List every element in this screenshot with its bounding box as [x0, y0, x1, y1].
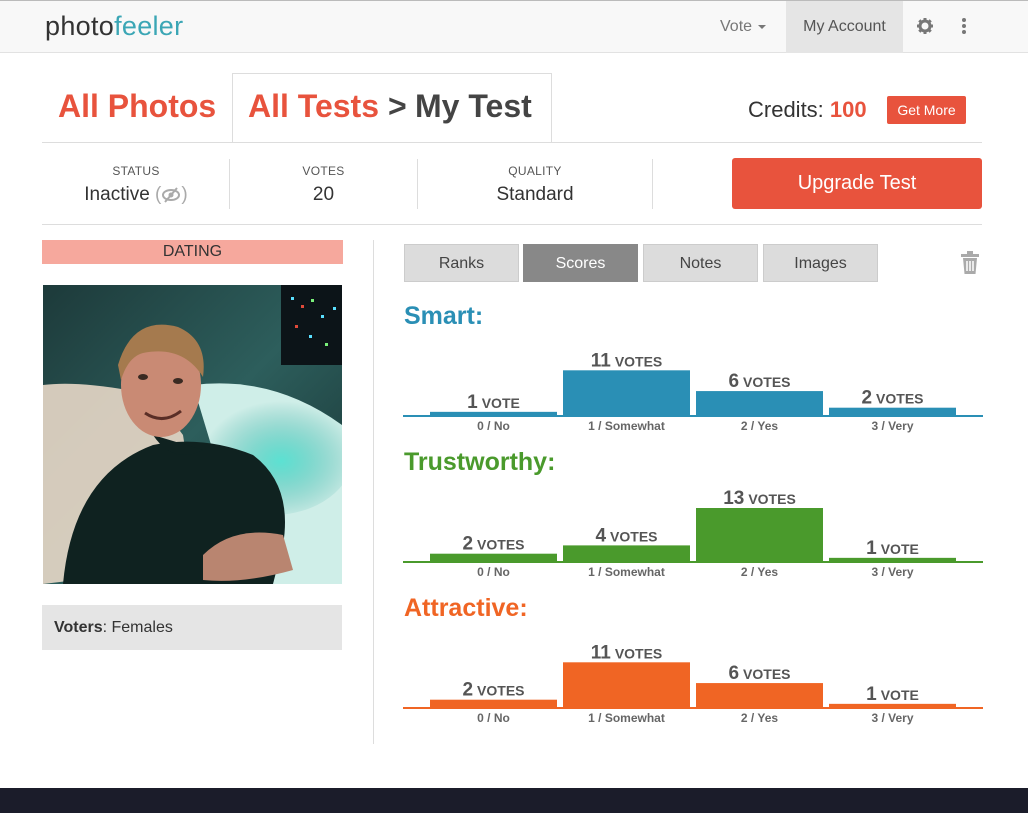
upgrade-test-button[interactable]: Upgrade Test	[732, 158, 982, 209]
category-tick-label: 0 / No	[477, 565, 510, 579]
vote-menu[interactable]: Vote	[720, 1, 767, 53]
tab-ranks[interactable]: Ranks	[404, 244, 519, 282]
bar	[829, 407, 956, 416]
bar-value-label: 4 VOTES	[595, 525, 657, 546]
gear-icon[interactable]	[915, 16, 935, 36]
vote-menu-label: Vote	[720, 18, 753, 35]
category-tick-label: 2 / Yes	[741, 419, 778, 433]
logo-part-feeler: feeler	[114, 11, 184, 41]
bar-value-label: 2 VOTES	[462, 534, 524, 555]
get-more-button[interactable]: Get More	[887, 96, 966, 124]
stat-divider	[652, 159, 653, 209]
bar	[563, 662, 690, 708]
column-divider	[373, 240, 374, 744]
bar-value-label: 6 VOTES	[728, 663, 790, 684]
all-tests-link[interactable]: All Tests	[248, 88, 379, 125]
bar-value-label: 1 VOTE	[866, 684, 919, 705]
bar	[563, 370, 690, 416]
quality-label: QUALITY	[508, 164, 562, 178]
category-tick-label: 0 / No	[477, 711, 510, 725]
category-tick-label: 1 / Somewhat	[588, 419, 665, 433]
category-tick-label: 3 / Very	[871, 711, 913, 725]
trustworthy-chart-title: Trustworthy:	[404, 448, 556, 476]
votes-stat: VOTES 20	[230, 164, 417, 206]
bar-value-label: 1 VOTE	[866, 538, 919, 559]
my-account-link[interactable]: My Account	[786, 1, 903, 53]
attractive-chart: 2 VOTES 0 / No 11 VOTES 1 / Somewhat 6 VOTES 2 /…	[403, 642, 983, 725]
bar	[696, 683, 823, 708]
logo-part-photo: photo	[45, 11, 115, 41]
trustworthy-chart: 2 VOTES 0 / No 4 VOTES 1 / Somewhat 13 VOTES 2 /…	[403, 488, 983, 579]
bar	[696, 391, 823, 416]
tab-scores[interactable]: Scores	[523, 244, 638, 282]
status-stat: STATUS Inactive ()	[42, 164, 230, 206]
category-tick-label: 0 / No	[477, 419, 510, 433]
voters-info: Voters: Females	[42, 605, 342, 650]
status-label: STATUS	[112, 164, 160, 178]
smart-chart-title: Smart:	[404, 302, 484, 330]
credits-value: 100	[829, 97, 867, 122]
category-tick-label: 1 / Somewhat	[588, 711, 665, 725]
category-tick-label: 3 / Very	[871, 419, 913, 433]
all-photos-tab[interactable]: All Photos	[58, 88, 216, 125]
stats-divider	[42, 224, 982, 225]
bar-value-label: 2 VOTES	[462, 680, 524, 701]
bar	[563, 545, 690, 562]
trash-icon[interactable]	[959, 251, 981, 275]
quality-value: Standard	[496, 184, 574, 205]
test-photo[interactable]	[43, 285, 342, 584]
bar	[430, 553, 557, 562]
smart-chart: 1 VOTE 0 / No 11 VOTES 1 / Somewhat 6 VOTES 2 / …	[403, 350, 983, 433]
status-value: Inactive	[84, 184, 150, 205]
quality-stat: QUALITY Standard	[418, 164, 652, 206]
category-tick-label: 2 / Yes	[741, 711, 778, 725]
bar-value-label: 13 VOTES	[723, 488, 796, 509]
votes-value: 20	[312, 184, 335, 205]
caret-down-icon	[758, 24, 767, 29]
test-photo-image	[43, 285, 342, 584]
bar-value-label: 11 VOTES	[591, 642, 663, 663]
votes-label: VOTES	[302, 164, 345, 178]
page-footer	[0, 788, 1028, 813]
attractive-chart-title: Attractive:	[404, 594, 528, 622]
photofeeler-logo[interactable]: photofeeler	[45, 11, 183, 42]
top-navbar: photofeeler Vote My Account	[0, 0, 1028, 53]
bar	[696, 508, 823, 562]
tab-images[interactable]: Images	[763, 244, 878, 282]
category-badge: DATING	[42, 240, 343, 264]
category-tick-label: 3 / Very	[871, 565, 913, 579]
breadcrumb-separator: >	[388, 88, 407, 124]
credits-label: Credits:	[748, 97, 824, 122]
voters-label: Voters	[54, 619, 103, 636]
bar-value-label: 1 VOTE	[467, 392, 520, 413]
tab-notes[interactable]: Notes	[643, 244, 758, 282]
eye-slash-icon	[162, 187, 181, 203]
header-divider	[42, 142, 982, 143]
bar-value-label: 11 VOTES	[591, 350, 663, 371]
status-value-row: Inactive ()	[84, 184, 188, 205]
bar-value-label: 6 VOTES	[728, 371, 790, 392]
bar-value-label: 2 VOTES	[861, 388, 923, 409]
credits-display: Credits: 100	[748, 97, 867, 123]
voters-value: : Females	[102, 619, 173, 636]
category-tick-label: 1 / Somewhat	[588, 565, 665, 579]
vertical-dots-icon[interactable]	[956, 16, 972, 36]
page-title: My Test	[415, 88, 532, 124]
bar	[430, 699, 557, 708]
category-tick-label: 2 / Yes	[741, 565, 778, 579]
